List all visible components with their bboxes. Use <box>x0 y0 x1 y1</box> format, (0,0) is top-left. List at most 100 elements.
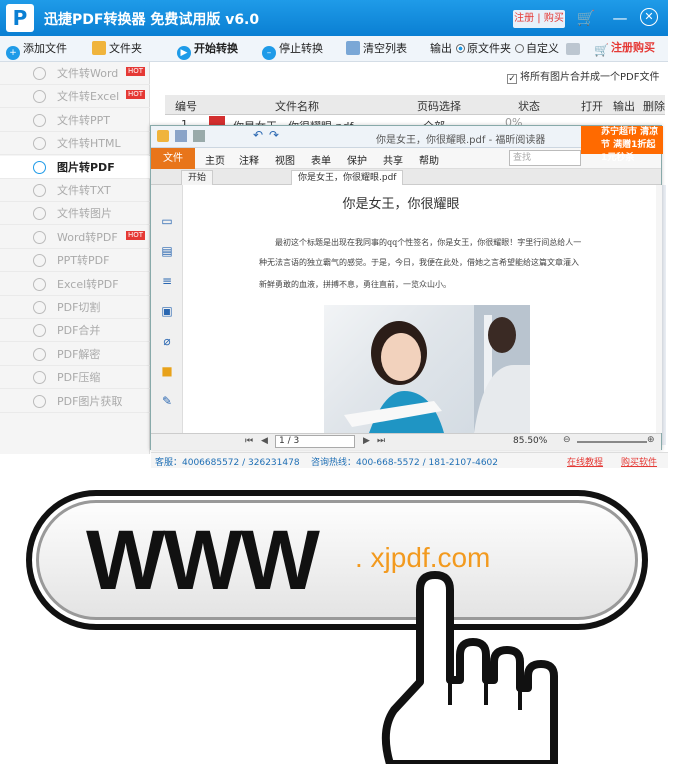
print-icon[interactable] <box>193 130 205 142</box>
tool-icon <box>33 230 46 244</box>
comment-icon[interactable]: ▣ <box>159 303 175 319</box>
tool-icon <box>33 277 46 291</box>
sidebar-item-label: PPT转PDF <box>57 254 110 268</box>
zoom-slider[interactable] <box>577 441 647 443</box>
sidebar-item-9[interactable]: Excel转PDF <box>0 273 150 296</box>
sidebar-item-8[interactable]: PPT转PDF <box>0 249 150 273</box>
support-contact: 客服：4006685572 / 326231478 <box>155 458 300 468</box>
toolbar: + 添加文件 文件夹 ▶ 开始转换 – 停止转换 清空列表 输出 原文件夹 自定义 🛒… <box>0 36 668 62</box>
stop-convert-button[interactable]: – 停止转换 <box>262 40 323 60</box>
attachment-icon[interactable]: ⌀ <box>159 333 175 349</box>
hot-badge: HOT <box>126 230 146 240</box>
browse-folder-icon[interactable] <box>566 43 580 55</box>
tool-icon <box>33 394 46 408</box>
document-title: 你是女王，你很耀眼 <box>342 197 460 212</box>
sidebar-item-6[interactable]: 文件转图片 <box>0 202 150 226</box>
first-page-icon[interactable]: ⏮ <box>245 436 253 446</box>
add-file-button[interactable]: + 添加文件 <box>6 40 67 60</box>
menu-help[interactable]: 帮助 <box>419 152 439 167</box>
pointing-hand-icon <box>381 571 558 764</box>
tab-start[interactable]: 开始 <box>181 170 214 185</box>
last-page-icon[interactable]: ⏭ <box>377 436 385 446</box>
plus-icon: + <box>6 46 20 60</box>
tool-icon <box>33 254 46 268</box>
sidebar-item-0[interactable]: 文件转Word HOT <box>0 62 150 85</box>
sidebar-item-2[interactable]: 文件转PPT <box>0 109 150 132</box>
column-header: 页码选择 <box>417 100 461 113</box>
reader-tabbar: 开始 你是女王，你很耀眼.pdf <box>151 169 661 185</box>
menu-home[interactable]: 主页 <box>205 152 225 167</box>
promo-banner[interactable]: 苏宁超市 清凉节 满赠1折起 1元秒杀 <box>581 126 663 163</box>
play-icon: ▶ <box>177 46 191 60</box>
buy-software-link[interactable]: 购买软件 <box>621 455 657 468</box>
menu-file[interactable]: 文件 <box>151 148 195 169</box>
sidebar-item-label: PDF切割 <box>57 301 101 314</box>
document-text-line: 最初这个标题是出现在我同事的qq个性签名，你是女王，你很耀眼！字里行间总给人一 <box>275 238 582 247</box>
window-title: 迅捷PDF转换器 免费试用版 v6.0 <box>44 12 260 28</box>
buy-button[interactable]: 🛒 注册购买 <box>594 39 655 57</box>
sidebar-item-14[interactable]: PDF图片获取 <box>0 390 150 413</box>
sidebar-item-label: Excel转PDF <box>57 277 119 291</box>
zoom-out-icon[interactable]: ⊖ <box>563 435 571 445</box>
output-custom-radio[interactable]: 自定义 <box>515 40 559 58</box>
zoom-in-icon[interactable]: ⊕ <box>647 435 655 445</box>
reader-scrollbar[interactable] <box>656 185 662 433</box>
menu-view[interactable]: 视图 <box>275 152 295 167</box>
tab-document[interactable]: 你是女王，你很耀眼.pdf <box>291 170 404 185</box>
merge-images-checkbox[interactable]: ✓ 将所有图片合并成一个PDF文件 <box>507 68 659 84</box>
sidebar-item-1[interactable]: 文件转Excel HOT <box>0 85 150 109</box>
start-convert-button[interactable]: ▶ 开始转换 <box>177 40 238 60</box>
page-thumbnail-icon[interactable]: ▭ <box>159 213 175 229</box>
tutorial-link[interactable]: 在线教程 <box>567 455 603 468</box>
signature-icon[interactable]: ✎ <box>159 393 175 409</box>
sidebar-item-label: 文件转Word <box>57 67 119 80</box>
pdf-reader-window: ↶ ↷ 你是女王，你很耀眼.pdf - 福昕阅读器 — ✕ 文件 主页 注释 视… <box>150 125 663 450</box>
save-icon[interactable] <box>175 130 187 142</box>
menu-comment[interactable]: 注释 <box>239 152 259 167</box>
prev-page-icon[interactable]: ◀ <box>261 436 268 446</box>
sidebar-item-12[interactable]: PDF解密 <box>0 343 150 366</box>
hot-badge: HOT <box>126 90 146 100</box>
redo-icon[interactable]: ↷ <box>269 128 279 142</box>
sidebar-item-label: 文件转TXT <box>57 184 111 197</box>
lock-icon[interactable]: ■ <box>159 363 175 379</box>
sidebar-item-5[interactable]: 文件转TXT <box>0 179 150 202</box>
sidebar-item-11[interactable]: PDF合并 <box>0 319 150 343</box>
folder-icon[interactable] <box>157 130 169 142</box>
next-page-icon[interactable]: ▶ <box>363 436 370 446</box>
sidebar: 文件转Word HOT 文件转Excel HOT 文件转PPT 文件转HTML 图片转PDF… <box>0 62 150 454</box>
bookmark-icon[interactable]: ≡ <box>159 273 175 289</box>
sidebar-item-label: 文件转PPT <box>57 113 110 127</box>
www-text: WWW <box>86 513 320 607</box>
menu-share[interactable]: 共享 <box>383 152 403 167</box>
document-text-line: 新鲜勇敢的血液，拼搏不息，勇往直前，一览众山小。 <box>259 280 451 289</box>
output-original-radio[interactable]: 原文件夹 <box>456 40 511 58</box>
sidebar-item-13[interactable]: PDF压缩 <box>0 366 150 390</box>
reader-search-input[interactable]: 查找 <box>509 150 581 166</box>
document-photo <box>324 305 530 433</box>
sidebar-item-4[interactable]: 图片转PDF <box>0 155 150 179</box>
page-number-input[interactable]: 1 / 3 <box>275 435 355 448</box>
cart-icon: 🛒 <box>594 43 609 57</box>
tool-icon <box>33 160 46 174</box>
sidebar-item-7[interactable]: Word转PDF HOT <box>0 226 150 249</box>
sidebar-item-label: PDF合并 <box>57 324 101 338</box>
minimize-icon[interactable]: — <box>610 8 630 28</box>
footer-bar: 客服：4006685572 / 326231478 咨询热线：400-668-5… <box>151 452 668 468</box>
menu-protect[interactable]: 保护 <box>347 152 367 167</box>
sidebar-item-3[interactable]: 文件转HTML <box>0 132 150 156</box>
tool-icon <box>33 90 46 104</box>
document-page: 你是女王，你很耀眼 最初这个标题是出现在我同事的qq个性签名，你是女王，你很耀眼… <box>191 185 653 433</box>
cart-icon[interactable]: 🛒 <box>576 8 596 28</box>
register-buy-button[interactable]: 注册 | 购买 <box>513 10 565 28</box>
undo-icon[interactable]: ↶ <box>253 128 263 142</box>
tool-icon <box>33 324 46 338</box>
add-folder-button[interactable]: 文件夹 <box>92 40 142 58</box>
close-icon[interactable]: ✕ <box>640 8 658 26</box>
clear-list-button[interactable]: 清空列表 <box>346 40 407 58</box>
menu-form[interactable]: 表单 <box>311 152 331 167</box>
sidebar-item-10[interactable]: PDF切割 <box>0 296 150 319</box>
sidebar-item-label: 文件转HTML <box>57 137 121 151</box>
layers-icon[interactable]: ▤ <box>159 243 175 259</box>
tool-icon <box>33 184 46 197</box>
